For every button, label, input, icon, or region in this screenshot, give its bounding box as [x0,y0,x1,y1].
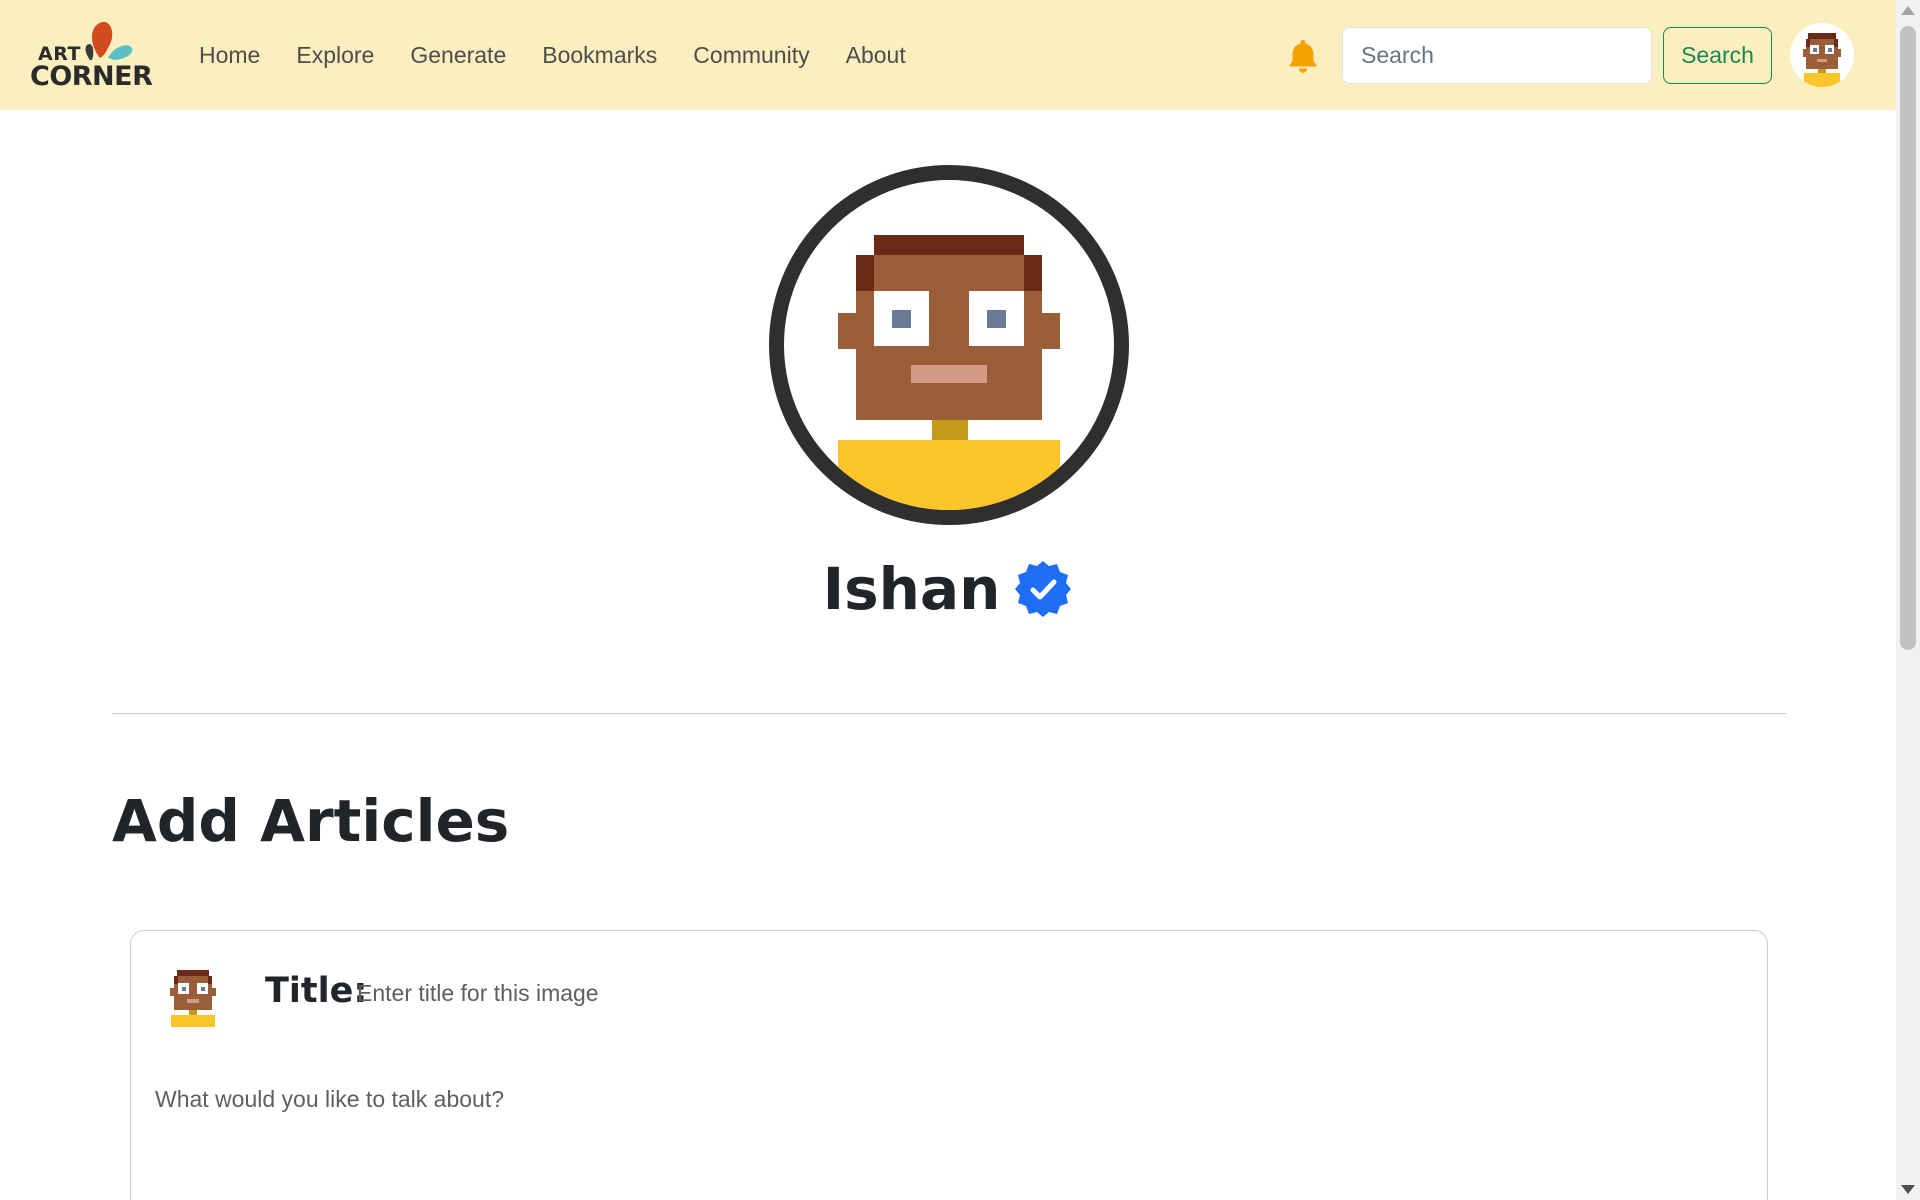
author-avatar-icon [170,970,216,1027]
search-button[interactable]: Search [1663,27,1772,84]
author-avatar [161,966,225,1030]
bell-icon[interactable] [1288,38,1318,74]
nav-link-home[interactable]: Home [199,42,260,69]
profile-avatar [769,165,1129,525]
profile-name-row: Ishan [0,555,1896,623]
scroll-down-arrow-icon[interactable] [1901,1185,1915,1194]
search-input[interactable] [1342,27,1652,84]
add-article-card: Title: [130,930,1768,1200]
section-title: Add Articles [112,787,510,855]
profile-name: Ishan [822,555,1001,623]
nav-links: Home Explore Generate Bookmarks Communit… [199,0,942,110]
page-scrollbar[interactable] [1896,0,1920,1200]
section-divider [112,713,1786,714]
scroll-thumb[interactable] [1900,26,1916,650]
nav-link-explore[interactable]: Explore [296,42,374,69]
nav-link-bookmarks[interactable]: Bookmarks [542,42,657,69]
nav-link-about[interactable]: About [846,42,906,69]
profile-avatar-icon [838,235,1060,510]
nav-link-generate[interactable]: Generate [410,42,506,69]
article-title-input[interactable] [357,973,957,1013]
user-avatar-icon [1803,33,1841,87]
nav-link-community[interactable]: Community [693,42,809,69]
title-label: Title: [265,971,368,1011]
brand-text-corner: CORNER [30,61,153,92]
top-navbar: ART CORNER Home Explore Generate Bookmar… [0,0,1896,110]
article-body-input[interactable] [155,1086,1735,1186]
verified-badge-icon [1015,561,1072,617]
user-avatar[interactable] [1790,23,1854,87]
brand-logo[interactable]: ART CORNER [28,18,153,92]
scroll-up-arrow-icon[interactable] [1901,6,1915,15]
